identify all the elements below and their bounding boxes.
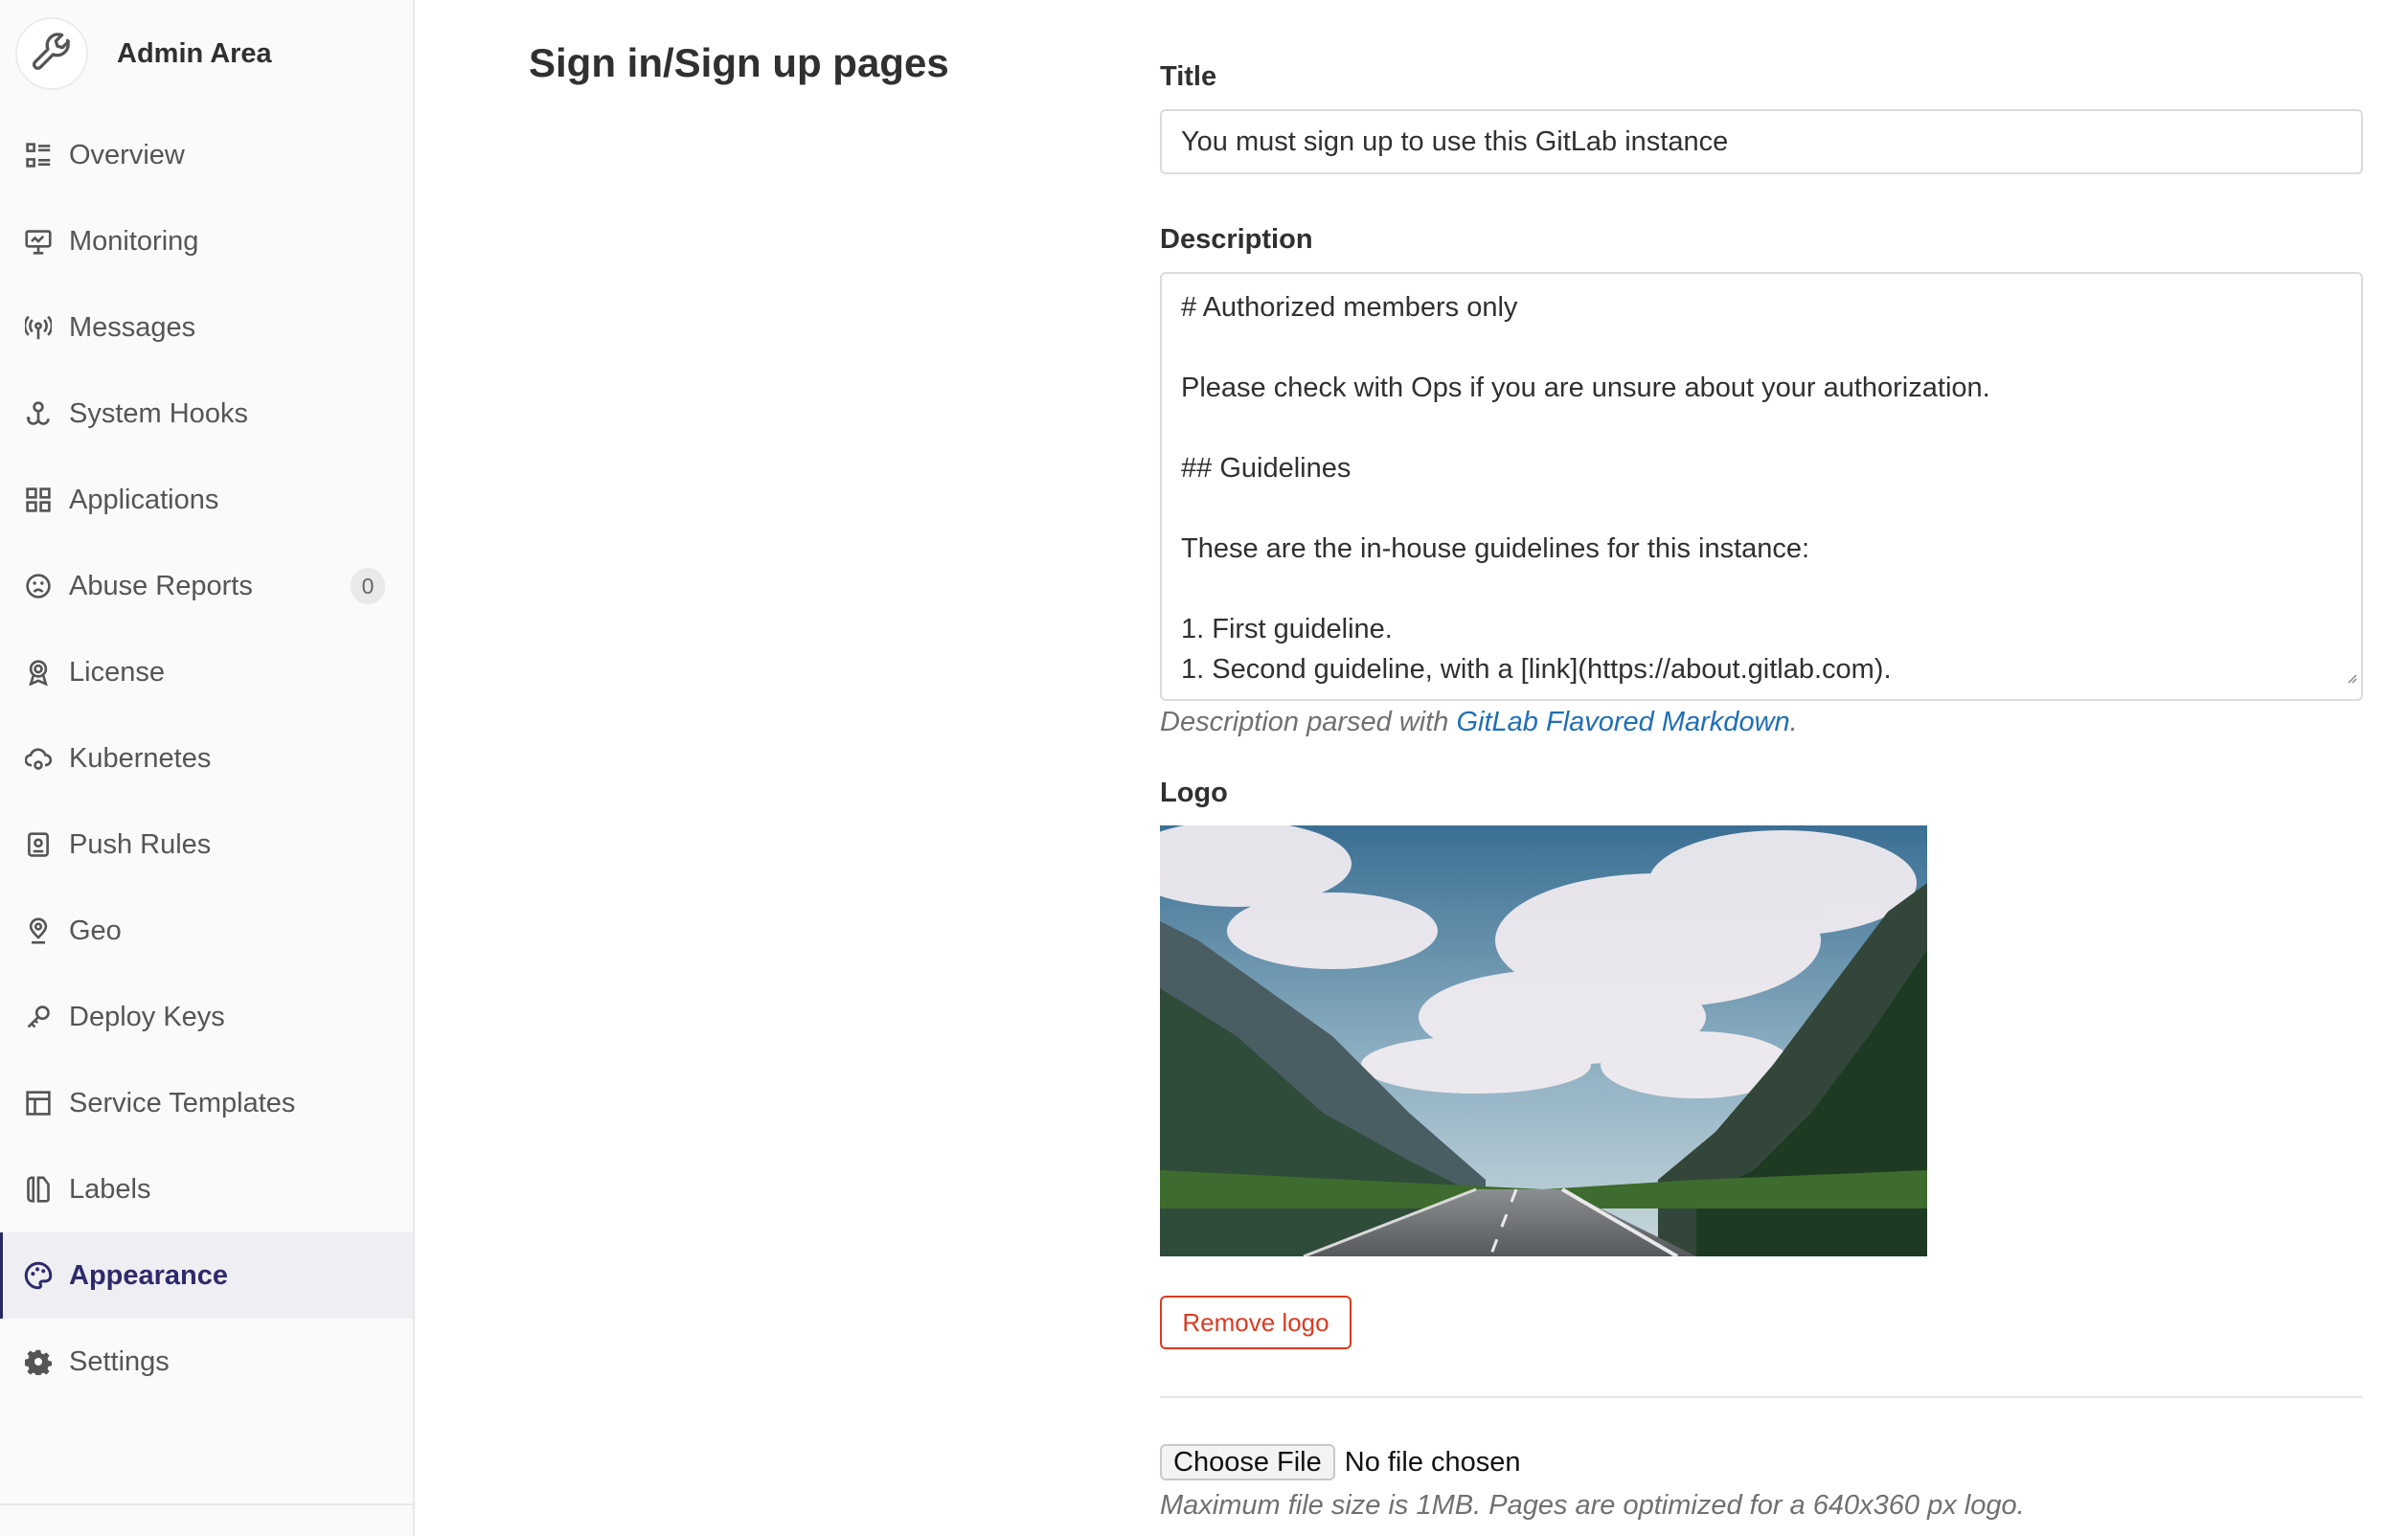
sidebar-item-label: Deploy Keys — [69, 1001, 225, 1032]
file-status-text: No file chosen — [1344, 1446, 1521, 1478]
remove-logo-button[interactable]: Remove logo — [1160, 1296, 1352, 1349]
description-line: # Authorized members only — [1181, 292, 1518, 323]
title-label: Title — [1160, 61, 1217, 92]
description-help-prefix: Description parsed with — [1160, 707, 1457, 737]
section-divider — [1160, 1396, 2363, 1398]
description-textarea[interactable]: # Authorized members only Please check w… — [1160, 272, 2363, 701]
file-help-text: Maximum file size is 1MB. Pages are opti… — [1160, 1490, 2025, 1521]
admin-avatar — [15, 17, 88, 90]
sidebar-item-system-hooks[interactable]: System Hooks — [0, 371, 413, 457]
sidebar-footer-divider — [0, 1503, 413, 1505]
hook-icon — [23, 398, 54, 429]
template-icon — [23, 1088, 54, 1118]
abuse-icon — [23, 571, 54, 601]
sidebar-item-label: Applications — [69, 484, 219, 515]
sidebar-item-geo[interactable]: Geo — [0, 888, 413, 974]
sidebar-item-label: License — [69, 656, 165, 688]
sidebar-item-label: Appearance — [69, 1259, 229, 1291]
sidebar-item-label: Settings — [69, 1345, 170, 1377]
sidebar-item-appearance[interactable]: Appearance — [0, 1232, 413, 1319]
sidebar-nav: Overview Monitoring Messages System Hook… — [0, 112, 413, 1405]
resize-handle-icon[interactable] — [2344, 655, 2357, 695]
appearance-icon — [23, 1260, 54, 1291]
sidebar-item-kubernetes[interactable]: Kubernetes — [0, 715, 413, 802]
sidebar-item-label: System Hooks — [69, 397, 248, 429]
logo-file-input: Choose File No file chosen — [1160, 1444, 1521, 1480]
push-rules-icon — [23, 829, 54, 860]
description-line: Please check with Ops if you are unsure … — [1181, 373, 1990, 403]
sidebar-header[interactable]: Admin Area — [15, 15, 272, 92]
applications-icon — [23, 485, 54, 515]
section-title: Sign in/Sign up pages — [529, 40, 949, 85]
logo-image — [1160, 825, 1927, 1256]
sidebar-item-overview[interactable]: Overview — [0, 112, 413, 198]
title-input-value: You must sign up to use this GitLab inst… — [1181, 125, 1729, 157]
sidebar-item-label: Abuse Reports — [69, 570, 253, 601]
description-line — [1181, 328, 2342, 368]
admin-area-title: Admin Area — [117, 37, 272, 69]
sidebar-item-label: Geo — [69, 915, 122, 946]
sidebar-item-label: Messages — [69, 311, 196, 343]
markdown-help-link[interactable]: GitLab Flavored Markdown — [1456, 707, 1789, 737]
choose-file-button[interactable]: Choose File — [1160, 1444, 1335, 1480]
key-icon — [23, 1002, 54, 1032]
description-line: 1. First guideline. — [1181, 614, 1393, 644]
wrench-icon — [31, 31, 73, 78]
sidebar-item-abuse-reports[interactable]: Abuse Reports 0 — [0, 543, 413, 629]
description-line — [1181, 408, 2342, 448]
sidebar-item-label: Monitoring — [69, 225, 199, 257]
license-icon — [23, 657, 54, 688]
description-label: Description — [1160, 224, 1313, 255]
overview-icon — [23, 140, 54, 170]
cloud-gear-icon — [23, 743, 54, 774]
sidebar-item-service-templates[interactable]: Service Templates — [0, 1060, 413, 1146]
sidebar-item-label: Push Rules — [69, 828, 212, 860]
sidebar-item-label: Service Templates — [69, 1087, 296, 1118]
description-help-suffix: . — [1789, 707, 1798, 737]
logo-label: Logo — [1160, 778, 1228, 808]
sidebar-item-messages[interactable]: Messages — [0, 284, 413, 371]
sidebar-item-monitoring[interactable]: Monitoring — [0, 198, 413, 284]
description-line: These are the in-house guidelines for th… — [1181, 533, 1810, 564]
monitor-icon — [23, 226, 54, 257]
description-line: ## Guidelines — [1181, 453, 1352, 484]
location-icon — [23, 915, 54, 946]
abuse-reports-count-badge: 0 — [351, 568, 385, 604]
sidebar-item-labels[interactable]: Labels — [0, 1146, 413, 1232]
description-line — [1181, 488, 2342, 529]
sidebar-item-push-rules[interactable]: Push Rules — [0, 802, 413, 888]
sidebar-item-settings[interactable]: Settings — [0, 1319, 413, 1405]
description-line: 1. Second guideline, with a [link](https… — [1181, 654, 1892, 685]
sidebar-item-deploy-keys[interactable]: Deploy Keys — [0, 974, 413, 1060]
sidebar-item-label: Overview — [69, 139, 185, 170]
sidebar-item-label: Kubernetes — [69, 742, 212, 774]
title-input[interactable]: You must sign up to use this GitLab inst… — [1160, 109, 2363, 174]
description-line — [1181, 569, 2342, 609]
description-help-text: Description parsed with GitLab Flavored … — [1160, 707, 1798, 738]
sidebar-item-applications[interactable]: Applications — [0, 457, 413, 543]
gear-icon — [23, 1346, 54, 1377]
sidebar-item-license[interactable]: License — [0, 629, 413, 715]
broadcast-icon — [23, 312, 54, 343]
labels-icon — [23, 1174, 54, 1205]
sidebar: Admin Area Overview Monitoring Messages … — [0, 0, 415, 1536]
sidebar-item-label: Labels — [69, 1173, 151, 1205]
